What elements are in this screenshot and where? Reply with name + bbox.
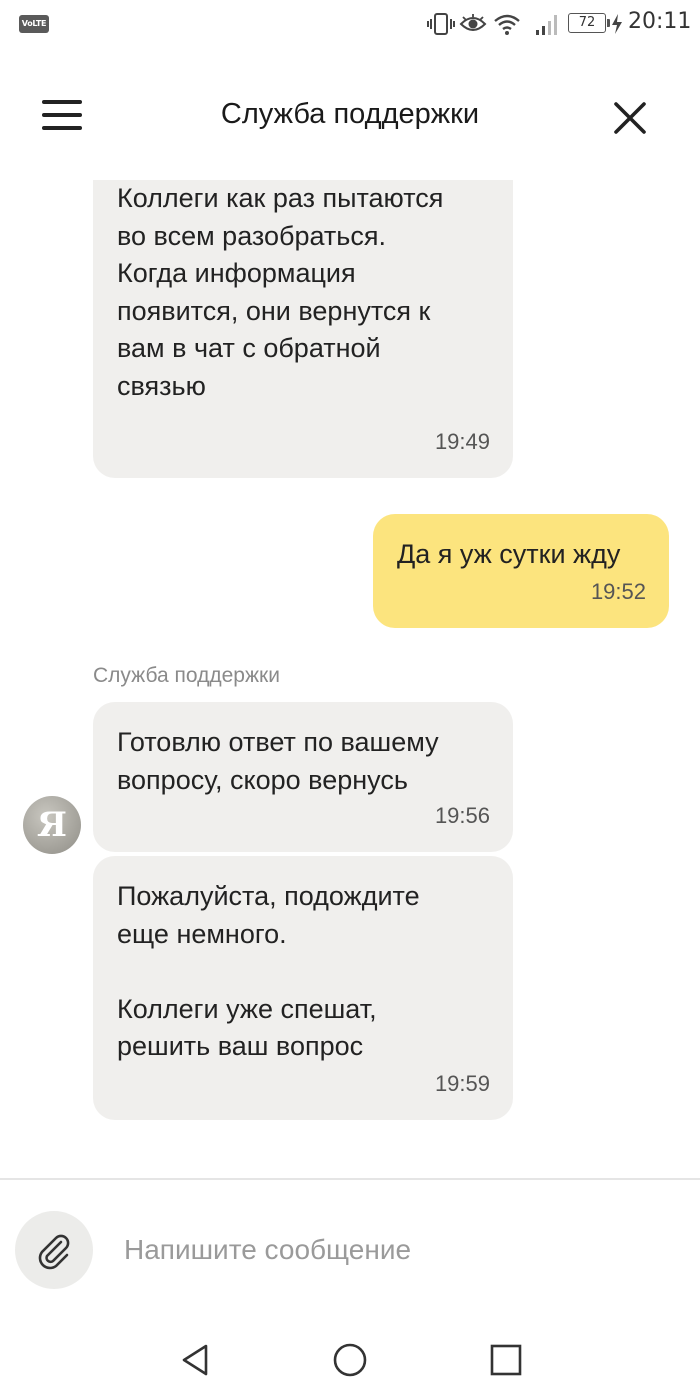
back-icon[interactable] <box>176 1340 216 1380</box>
wifi-icon <box>494 14 520 35</box>
paperclip-icon[interactable] <box>15 1211 93 1289</box>
message-time: 19:59 <box>434 1070 490 1096</box>
message-text: Пожалуйста, подождите еще немного. Колле… <box>117 881 420 1061</box>
page-title: Служба поддержки <box>220 98 480 130</box>
chat-header: Служба поддержки <box>0 80 700 156</box>
vibrate-icon <box>427 13 455 35</box>
message-outgoing: Да я уж сутки жду 19:52 <box>373 514 669 628</box>
message-text: Коллеги как раз пытаются во всем разобра… <box>117 183 444 401</box>
signal-icon <box>536 15 557 35</box>
message-incoming: Готовлю ответ по вашему вопросу, скоро в… <box>93 702 513 852</box>
volte-badge: VoLTE <box>19 15 49 33</box>
eye-icon <box>459 14 487 31</box>
system-nav-bar <box>0 1320 700 1400</box>
home-icon[interactable] <box>330 1340 370 1380</box>
message-incoming: Коллеги как раз пытаются во всем разобра… <box>93 180 513 478</box>
avatar: Я <box>23 796 81 854</box>
status-time: 20:11 <box>628 9 692 34</box>
battery-icon: 72 <box>568 13 610 33</box>
message-time: 19:52 <box>590 578 646 604</box>
message-text: Да я уж сутки жду <box>397 539 621 569</box>
message-text: Готовлю ответ по вашему вопросу, скоро в… <box>117 727 439 795</box>
chat-thread[interactable]: Коллеги как раз пытаются во всем разобра… <box>0 180 700 1178</box>
message-input[interactable] <box>124 1226 664 1274</box>
message-incoming: Пожалуйста, подождите еще немного. Колле… <box>93 856 513 1120</box>
sender-name: Служба поддержки <box>93 664 280 687</box>
composer-divider <box>0 1178 700 1180</box>
message-time: 19:49 <box>434 428 490 454</box>
close-icon[interactable] <box>606 94 654 142</box>
status-bar: VoLTE 72 20:11 <box>0 0 700 48</box>
message-time: 19:56 <box>434 802 490 828</box>
recents-icon[interactable] <box>486 1340 526 1380</box>
charging-icon <box>612 14 622 34</box>
